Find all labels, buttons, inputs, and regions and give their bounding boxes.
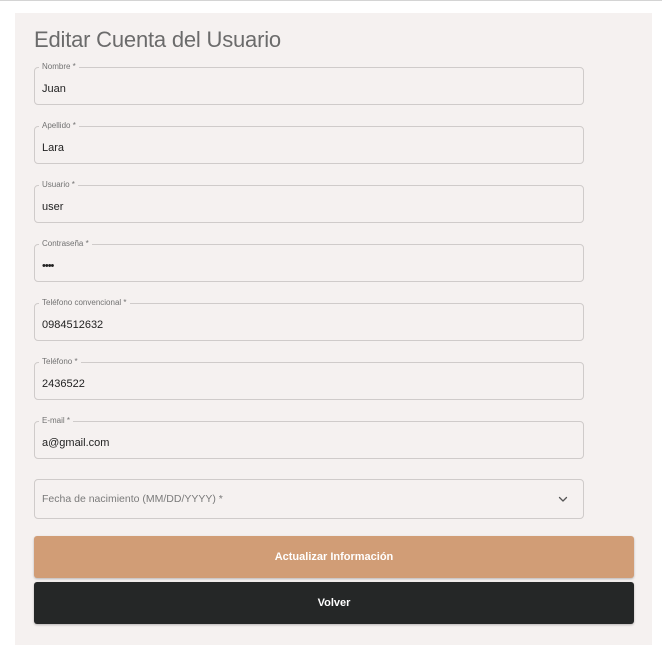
phone-field[interactable]: Teléfono * xyxy=(34,357,584,400)
chevron-down-icon[interactable] xyxy=(557,493,569,505)
landline-phone-field[interactable]: Teléfono convencional * xyxy=(34,298,584,341)
phone-input[interactable] xyxy=(42,377,572,391)
birthdate-select[interactable]: Fecha de nacimiento (MM/DD/YYYY) * xyxy=(34,479,584,519)
page-title: Editar Cuenta del Usuario xyxy=(34,27,281,52)
update-info-button[interactable]: Actualizar Información xyxy=(34,536,634,578)
email-label: E-mail * xyxy=(39,416,74,426)
top-divider xyxy=(0,0,662,4)
edit-account-card: Editar Cuenta del Usuario Nombre * Apell… xyxy=(15,13,652,645)
last-name-input[interactable] xyxy=(42,141,572,155)
username-input[interactable] xyxy=(42,200,572,214)
last-name-label: Apellido * xyxy=(39,121,79,131)
email-input[interactable] xyxy=(42,436,572,450)
username-label: Usuario * xyxy=(39,180,78,190)
first-name-field[interactable]: Nombre * xyxy=(34,62,584,105)
first-name-input[interactable] xyxy=(42,82,572,96)
email-field[interactable]: E-mail * xyxy=(34,416,584,459)
birthdate-placeholder: Fecha de nacimiento (MM/DD/YYYY) * xyxy=(42,493,223,505)
password-label: Contraseña * xyxy=(39,239,92,249)
last-name-field[interactable]: Apellido * xyxy=(34,121,584,164)
phone-label: Teléfono * xyxy=(39,357,81,367)
username-field[interactable]: Usuario * xyxy=(34,180,584,223)
first-name-label: Nombre * xyxy=(39,62,79,72)
back-button[interactable]: Volver xyxy=(34,582,634,624)
landline-phone-input[interactable] xyxy=(42,318,572,332)
password-field[interactable]: Contraseña * xyxy=(34,239,584,282)
landline-phone-label: Teléfono convencional * xyxy=(39,298,130,308)
password-input[interactable] xyxy=(42,259,572,273)
